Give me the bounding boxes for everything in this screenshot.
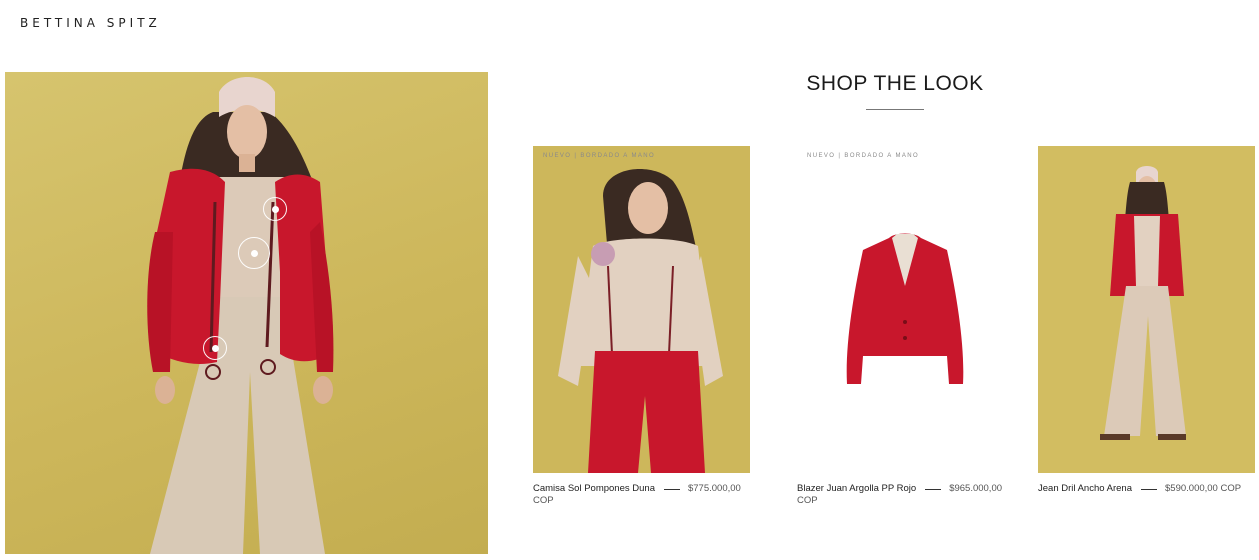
product-image[interactable]: NUEVO | BORDADO A MANO <box>533 146 750 473</box>
product-illustration <box>533 146 750 473</box>
product-image[interactable] <box>1038 146 1255 473</box>
product-hotspot[interactable] <box>238 237 270 269</box>
product-name[interactable]: Camisa Sol Pompones Duna <box>533 483 655 495</box>
price-separator <box>925 489 942 490</box>
product-name[interactable]: Jean Dril Ancho Arena <box>1038 483 1132 495</box>
product-badge: NUEVO | BORDADO A MANO <box>543 153 656 159</box>
product-price-currency: COP <box>797 495 818 506</box>
brand-logo[interactable]: BETTINA SPITZ <box>20 16 161 30</box>
product-hotspot[interactable] <box>203 336 227 360</box>
hero-look-image <box>5 72 488 554</box>
product-card[interactable]: Jean Dril Ancho Arena $590.000,00 COP <box>1038 146 1255 495</box>
price-separator <box>1141 489 1158 490</box>
product-price: $965.000,00 <box>949 483 1003 494</box>
hero-model-illustration <box>147 77 334 554</box>
product-name[interactable]: Blazer Juan Argolla PP Rojo <box>797 483 916 495</box>
product-card[interactable]: NUEVO | BORDADO A MANO Camisa Sol Pompon… <box>533 146 750 507</box>
product-illustration <box>797 146 1014 473</box>
product-card[interactable]: NUEVO | BORDADO A MANO Blazer Juan Argol… <box>797 146 1014 507</box>
product-hotspot[interactable] <box>263 197 287 221</box>
product-price-currency: COP <box>533 495 554 506</box>
product-price: $775.000,00 <box>687 483 741 494</box>
product-price: $590.000,00 COP <box>1165 483 1242 494</box>
section-title: SHOP THE LOOK <box>806 72 984 95</box>
product-image[interactable]: NUEVO | BORDADO A MANO <box>797 146 1014 473</box>
price-separator <box>663 489 680 490</box>
product-illustration <box>1038 146 1255 473</box>
title-divider <box>866 109 924 110</box>
product-badge: NUEVO | BORDADO A MANO <box>807 153 920 159</box>
